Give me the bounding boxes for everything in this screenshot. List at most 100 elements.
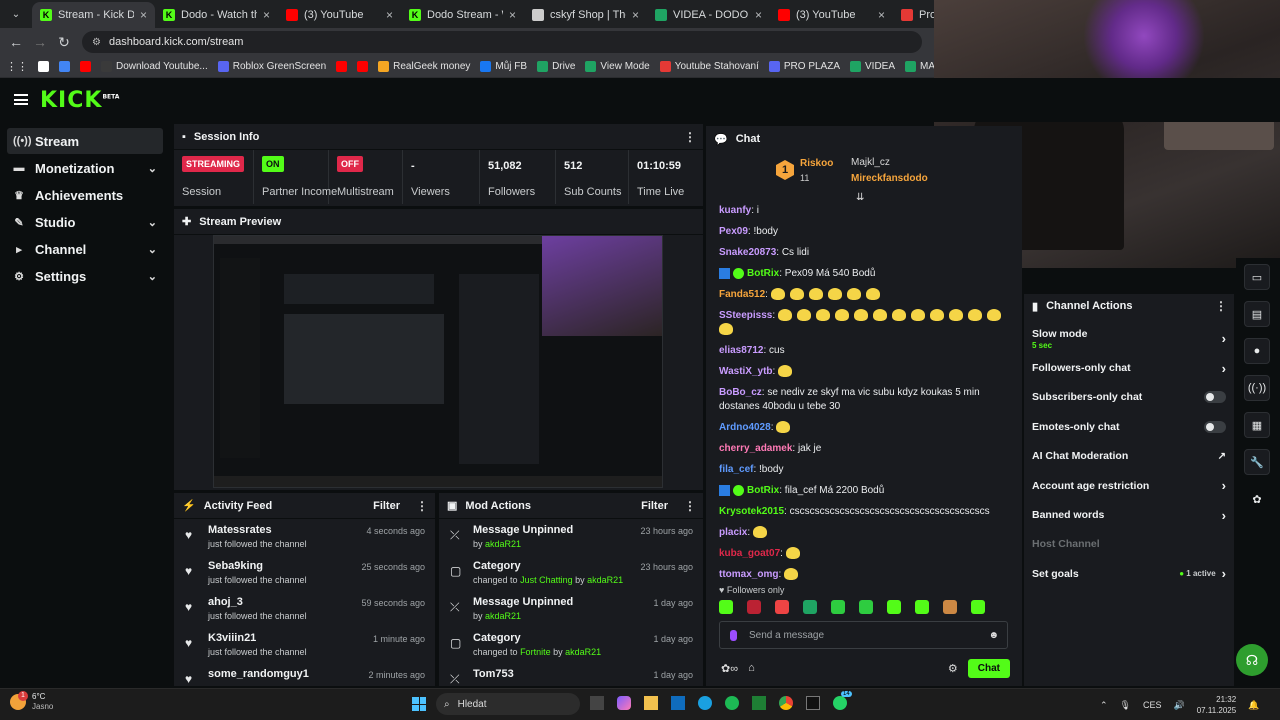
bookmark[interactable] — [336, 61, 348, 72]
close-icon[interactable]: × — [878, 8, 885, 22]
channel-action-slow-mode[interactable]: Slow mode 5 sec › — [1024, 324, 1234, 353]
emote-shortcut-icon[interactable] — [915, 600, 929, 614]
more-options-icon[interactable]: ⋮ — [684, 130, 696, 144]
sidebar-item-studio[interactable]: ✎ Studio ⌄ — [7, 209, 163, 235]
kick-logo[interactable]: KICKBETA — [40, 88, 119, 113]
leader-user[interactable]: Riskoo — [800, 158, 833, 169]
close-icon[interactable]: × — [140, 8, 147, 22]
sidebar-item-channel[interactable]: ▸ Channel ⌄ — [7, 236, 163, 262]
language-indicator[interactable]: CES — [1143, 700, 1162, 710]
weather-widget[interactable]: 1 6°C Jasno — [10, 691, 53, 712]
close-icon[interactable]: × — [509, 8, 516, 22]
back-button[interactable]: ← — [4, 34, 28, 50]
start-button[interactable] — [412, 697, 426, 711]
chat-message[interactable]: WastiX_ytb: — [719, 365, 1010, 379]
channel-action-followers-only-chat[interactable]: Followers-only chat › — [1024, 353, 1234, 382]
bookmark[interactable]: Můj FB — [480, 61, 527, 72]
leader-user-2[interactable]: Majkl_cz — [851, 157, 890, 168]
channel-action-emotes-only-chat[interactable]: Emotes-only chat — [1024, 412, 1234, 441]
bookmark[interactable] — [357, 61, 369, 72]
bookmark[interactable]: Download Youtube... — [101, 61, 208, 72]
chat-username[interactable]: fila_cef — [719, 464, 753, 475]
tab-search-button[interactable]: ⌄ — [4, 3, 28, 25]
chat-message[interactable]: cherry_adamek: jak je — [719, 442, 1010, 456]
taskbar-search[interactable]: ⌕ Hledat — [436, 693, 580, 715]
notes-icon[interactable]: ▤ — [1244, 301, 1270, 327]
chat-message[interactable]: kuba_goat07: — [719, 547, 1010, 561]
leader-user-3[interactable]: Mireckfansdodo — [851, 173, 928, 184]
chevron-down-icon[interactable]: ⌄ — [148, 270, 157, 283]
activity-row[interactable]: ♥ K3viiin21 just followed the channel 1 min… — [174, 627, 435, 663]
channel-action-set-goals[interactable]: Set goals ● 1 active › — [1024, 559, 1234, 588]
chat-username[interactable]: kuanfy — [719, 205, 751, 216]
bookmark[interactable]: View Mode — [585, 61, 650, 72]
wrench-icon[interactable]: 🔧 — [1244, 449, 1270, 475]
toggle-switch[interactable] — [1204, 420, 1226, 433]
bookmark[interactable] — [59, 61, 70, 72]
settings-icon[interactable]: ⚙ — [948, 662, 958, 675]
chat-message[interactable]: BoBo_cz: se nediv ze skyf ma vic subu kd… — [719, 386, 1010, 414]
tray-chevron-icon[interactable]: ⌃ — [1100, 700, 1108, 711]
notifications-icon[interactable]: 🔔 — [1248, 700, 1259, 711]
activity-row[interactable]: ♥ some_randomguy1 2 minutes ago — [174, 663, 435, 686]
chevron-down-icon[interactable]: ⌄ — [148, 243, 157, 256]
site-info-icon[interactable]: ⚙ — [92, 37, 101, 48]
activity-row[interactable]: ♥ Matessrates just followed the channel 4 s… — [174, 519, 435, 555]
chat-username[interactable]: BotRix — [747, 268, 779, 279]
bookmark[interactable]: Youtube Stahovaní — [659, 61, 759, 72]
epic-icon[interactable] — [806, 696, 820, 710]
close-icon[interactable]: × — [755, 8, 762, 22]
layout-icon[interactable]: ▭ — [1244, 264, 1270, 290]
emote-shortcut-icon[interactable] — [775, 600, 789, 614]
more-options-icon[interactable]: ⋮ — [1215, 299, 1227, 313]
chat-message[interactable]: Pex09: !body — [719, 225, 1010, 239]
apps-icon[interactable]: ⋮⋮ — [6, 60, 28, 73]
chrome-icon[interactable] — [779, 696, 793, 710]
bookmark[interactable]: Drive — [537, 61, 575, 72]
copilot-icon[interactable] — [617, 696, 631, 710]
gift-icon[interactable]: ⌂ — [748, 662, 755, 674]
chat-username[interactable]: kuba_goat07 — [719, 548, 780, 559]
chat-message[interactable]: ttomax_omg: — [719, 568, 1010, 582]
scroll-down-icon[interactable]: ⇊ — [856, 192, 864, 203]
activity-filter-button[interactable]: Filter — [373, 500, 400, 512]
close-icon[interactable]: × — [263, 8, 270, 22]
sidebar-item-stream[interactable]: ((•)) Stream — [7, 128, 163, 154]
category-link[interactable]: Fortnite — [520, 647, 551, 657]
browser-tab[interactable]: K Dodo Stream - Watc × — [401, 2, 524, 28]
activity-row[interactable]: ♥ ahoj_3 just followed the channel 59 secon… — [174, 591, 435, 627]
channel-action-ai-chat-moderation[interactable]: AI Chat Moderation ↗ — [1024, 442, 1234, 471]
chat-username[interactable]: elias8712 — [719, 345, 764, 356]
reload-button[interactable]: ↻ — [52, 34, 76, 51]
chat-message[interactable]: Fanda512: — [719, 288, 1010, 302]
chevron-down-icon[interactable]: ⌄ — [148, 216, 157, 229]
emoji-icon[interactable]: ☻ — [988, 630, 999, 641]
menu-icon[interactable] — [14, 94, 28, 105]
chat-bubble-icon[interactable]: ● — [1244, 338, 1270, 364]
chat-message[interactable]: placix: — [719, 526, 1010, 540]
chat-message[interactable]: kuanfy: i — [719, 204, 1010, 218]
chat-username[interactable]: placix — [719, 527, 747, 538]
chat-username[interactable]: Snake20873 — [719, 247, 776, 258]
chat-message[interactable]: BotRix: Pex09 Má 540 Bodů — [719, 267, 1010, 281]
more-options-icon[interactable]: ⋮ — [684, 499, 696, 513]
address-bar[interactable]: ⚙ dashboard.kick.com/stream — [82, 31, 922, 53]
emote-shortcut-icon[interactable] — [887, 600, 901, 614]
emote-shortcut-icon[interactable] — [803, 600, 817, 614]
chat-username[interactable]: ttomax_omg — [719, 569, 778, 580]
emote-shortcut-icon[interactable] — [971, 600, 985, 614]
outlook-icon[interactable] — [671, 696, 685, 710]
forward-button[interactable]: → — [28, 34, 52, 50]
chat-message[interactable]: Krysotek2015: cscscscscscscscscscscscscs… — [719, 505, 1010, 519]
chat-message[interactable]: Ardno4028: — [719, 421, 1010, 435]
browser-tab[interactable]: K Stream - Kick Dashbo × — [32, 2, 155, 28]
chevron-down-icon[interactable]: ⌄ — [148, 162, 157, 175]
mic-tray-icon[interactable]: 🎙 — [1120, 700, 1131, 711]
moderator-link[interactable]: akdaR21 — [485, 611, 521, 621]
mod-action-row[interactable]: ▢ Category changed to Fortnite by akdaR21 1… — [439, 627, 703, 663]
broadcast-icon[interactable]: ((·)) — [1244, 375, 1270, 401]
points-icon[interactable]: ✿∞ — [721, 662, 738, 675]
bookmark[interactable]: VIDEA — [850, 61, 895, 72]
bookmark[interactable]: Roblox GreenScreen — [217, 61, 326, 72]
chevron-right-icon[interactable]: › — [1222, 478, 1226, 493]
